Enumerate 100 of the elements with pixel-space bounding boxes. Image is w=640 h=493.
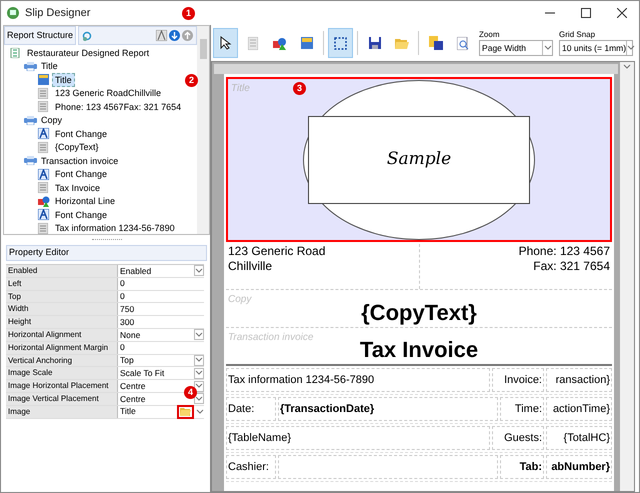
tree-item[interactable]: 123 Generic RoadChillville	[52, 86, 164, 100]
text-block-icon	[248, 36, 258, 50]
panel-header: Property Editor	[6, 245, 207, 261]
property-name: Horizontal Alignment	[6, 328, 118, 341]
tree-item[interactable]: Phone: 123 4567Fax: 321 7654	[52, 100, 184, 114]
font-icon[interactable]	[156, 30, 167, 41]
toolbar-button[interactable]	[213, 28, 238, 58]
band-label: Title	[231, 82, 250, 96]
address-line: Chillville	[228, 259, 274, 274]
band-label: Transaction invoice	[228, 331, 314, 345]
picture-icon	[38, 74, 49, 86]
tree-item[interactable]: Tax Invoice	[52, 180, 104, 195]
property-name: Top	[6, 290, 118, 302]
property-name: Height	[6, 316, 118, 328]
field-text: {TotalHC}	[564, 430, 610, 446]
field-text: Tax information 1234-56-7890	[228, 372, 374, 388]
dropdown[interactable]: Page Width	[479, 40, 554, 56]
contact-line: Fax: 321 7654	[533, 259, 610, 274]
font-icon	[38, 168, 49, 180]
tree-item[interactable]: Copy	[38, 113, 66, 128]
tree-item[interactable]: Restaurateur Designed Report	[24, 46, 152, 60]
field-text: Date:	[228, 402, 254, 417]
property-value[interactable]: Centre	[120, 392, 146, 406]
number-badge: 4	[184, 386, 197, 399]
tree-item[interactable]: Font Change	[52, 126, 110, 141]
field-text: abNumber}	[551, 460, 610, 475]
property-value[interactable]: Title	[120, 405, 136, 418]
text-block-icon	[38, 88, 48, 99]
shapes-icon	[272, 36, 287, 50]
property-value[interactable]: Top	[120, 354, 134, 367]
property-value[interactable]: Scale To Fit	[120, 366, 164, 380]
text-block-icon	[38, 142, 48, 153]
save-icon	[368, 37, 381, 49]
tree-item[interactable]: Title	[52, 72, 75, 87]
folder-icon	[394, 38, 409, 48]
property-value[interactable]: 750	[120, 302, 134, 316]
contact-line: Phone: 123 4567	[518, 244, 610, 259]
property-name: Horizontal Alignment Margin	[6, 342, 118, 354]
property-name: Image Vertical Placement	[6, 392, 118, 405]
font-icon	[38, 128, 49, 140]
property-value[interactable]: None	[120, 328, 140, 342]
property-name: Width	[6, 303, 118, 316]
property-value[interactable]: 0	[120, 290, 125, 303]
tree-item[interactable]: Transaction invoice	[38, 154, 122, 168]
shapes-icon	[38, 196, 50, 207]
field-text: ransaction}	[556, 372, 610, 388]
pointer-icon	[220, 36, 232, 50]
folder-icon	[180, 407, 191, 416]
field-text: Cashier:	[228, 460, 269, 475]
sample-image: Sample	[308, 116, 530, 204]
tree-item[interactable]: Font Change	[52, 208, 110, 222]
property-name: Image Horizontal Placement	[6, 380, 118, 392]
text-block-icon	[38, 182, 48, 194]
printer-icon	[24, 116, 37, 125]
number-badge: 1	[182, 7, 195, 20]
caret-icon	[544, 45, 552, 51]
caret-icon	[627, 45, 636, 51]
property-name: Left	[6, 278, 118, 290]
field-text: Tab:	[520, 460, 542, 475]
tree-item[interactable]: {CopyText}	[52, 140, 102, 154]
property-value[interactable]: 300	[120, 316, 134, 328]
field-label: Zoom	[479, 30, 500, 40]
selection-icon	[334, 36, 348, 50]
field-text: Time:	[514, 402, 542, 417]
caret-icon	[195, 268, 203, 274]
refresh-icon[interactable]	[82, 30, 92, 42]
tree-item[interactable]: Title	[38, 59, 61, 74]
save-as-icon	[428, 36, 442, 50]
tree-item[interactable]: Tax information 1234-56-7890	[52, 221, 178, 234]
field-text: Guests:	[504, 430, 542, 446]
panel-header: Report Structure	[4, 26, 76, 45]
text-block-icon	[38, 101, 48, 112]
move-down-icon[interactable]	[169, 30, 180, 41]
address-line: 123 Generic Road	[228, 244, 326, 259]
browse-button[interactable]	[177, 404, 194, 419]
list-icon	[10, 48, 20, 58]
property-value[interactable]: 0	[120, 341, 125, 354]
caret-icon	[195, 332, 203, 338]
property-value[interactable]: Centre	[120, 380, 146, 392]
field-text: {TableName}	[228, 430, 291, 446]
property-value[interactable]: 0	[120, 277, 125, 290]
property-value[interactable]: Enabled	[120, 264, 152, 278]
font-icon	[38, 209, 49, 220]
field-label: Grid Snap	[559, 30, 596, 40]
close-icon[interactable]	[617, 8, 627, 18]
printer-icon	[24, 62, 37, 71]
preview-icon	[456, 36, 469, 50]
band-label: Copy	[228, 293, 252, 307]
text-block-icon	[38, 222, 48, 234]
caret-icon	[623, 64, 631, 70]
tree-item[interactable]: Font Change	[52, 167, 110, 182]
maximize-icon[interactable]	[581, 8, 591, 18]
property-name: Image	[6, 406, 118, 418]
printer-icon	[24, 156, 37, 166]
field-text: actionTime}	[552, 402, 610, 417]
property-name: Enabled	[6, 265, 118, 277]
tree-item[interactable]: Horizontal Line	[52, 194, 118, 208]
band-heading: {CopyText}	[361, 299, 477, 327]
dropdown[interactable]: 10 units (= 1mm)	[559, 40, 634, 56]
property-name: Vertical Anchoring	[6, 354, 118, 366]
